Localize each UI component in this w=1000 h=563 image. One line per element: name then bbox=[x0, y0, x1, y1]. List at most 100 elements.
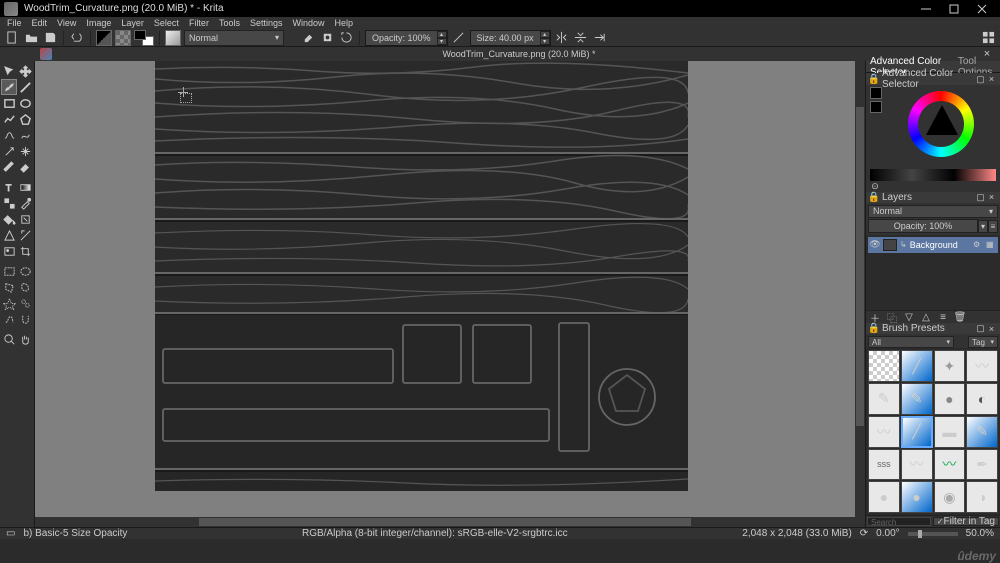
bg-swatch[interactable] bbox=[870, 101, 882, 113]
bezier-select-tool[interactable] bbox=[1, 311, 17, 327]
color-wheel[interactable] bbox=[908, 91, 974, 157]
duplicate-layer-button[interactable]: ⿻ bbox=[885, 311, 899, 323]
menu-view[interactable]: View bbox=[52, 18, 81, 28]
bezier-tool[interactable] bbox=[1, 127, 17, 143]
menu-settings[interactable]: Settings bbox=[245, 18, 288, 28]
vertical-scrollbar[interactable] bbox=[855, 61, 865, 517]
text-tool[interactable]: T bbox=[1, 179, 17, 195]
shade-strip[interactable] bbox=[870, 169, 996, 181]
freehand-path-tool[interactable] bbox=[17, 127, 33, 143]
freehand-brush-tool[interactable] bbox=[1, 79, 17, 95]
panel-float-button[interactable]: ▢ bbox=[975, 192, 986, 203]
layer-filter-button[interactable]: ≡ bbox=[988, 220, 998, 233]
ellipse-select-tool[interactable] bbox=[17, 263, 33, 279]
calligraphy-tool[interactable] bbox=[17, 159, 33, 175]
opacity-down[interactable]: ▾ bbox=[437, 38, 447, 45]
opacity-pressure-toggle[interactable] bbox=[451, 30, 467, 46]
brush-preset[interactable]: ✎ bbox=[868, 383, 900, 415]
gradient-swatch[interactable] bbox=[96, 30, 112, 46]
move-layer-down-button[interactable]: ▽ bbox=[902, 311, 916, 323]
eye-icon[interactable]: 👁 bbox=[870, 240, 880, 250]
brush-preset[interactable]: ✎ bbox=[966, 416, 998, 448]
menu-select[interactable]: Select bbox=[149, 18, 184, 28]
eraser-toggle[interactable] bbox=[300, 30, 316, 46]
brush-preset[interactable]: ◉ bbox=[934, 481, 966, 513]
close-button[interactable] bbox=[968, 0, 996, 17]
opacity-up[interactable]: ▴ bbox=[437, 31, 447, 38]
layer-opacity-slider[interactable]: Opacity: 100% bbox=[868, 219, 978, 233]
brush-preset[interactable]: 〰 bbox=[868, 416, 900, 448]
brush-filter-all[interactable]: All bbox=[868, 336, 954, 348]
magnetic-select-tool[interactable] bbox=[17, 311, 33, 327]
gradient-edit-tool[interactable] bbox=[17, 179, 33, 195]
status-zoom[interactable]: 50.0% bbox=[966, 528, 994, 539]
brush-preset[interactable]: ╱ bbox=[901, 350, 933, 382]
brush-preset[interactable] bbox=[868, 350, 900, 382]
wrap-around-button[interactable] bbox=[592, 30, 608, 46]
brush-preset[interactable]: ● bbox=[901, 481, 933, 513]
brush-preset[interactable]: ✎ bbox=[901, 383, 933, 415]
polygon-tool[interactable] bbox=[17, 111, 33, 127]
brush-preset[interactable]: ◐ bbox=[966, 383, 998, 415]
layer-opacity-dropdown[interactable]: ▾ bbox=[978, 220, 988, 233]
delete-layer-button[interactable]: 🗑 bbox=[953, 311, 967, 323]
size-up[interactable]: ▴ bbox=[540, 31, 550, 38]
brush-preset[interactable]: ✒ bbox=[966, 449, 998, 481]
preserve-alpha-toggle[interactable] bbox=[319, 30, 335, 46]
panel-close-button[interactable]: × bbox=[986, 192, 997, 203]
menu-image[interactable]: Image bbox=[81, 18, 116, 28]
brush-preset[interactable]: ● bbox=[868, 481, 900, 513]
canvas[interactable] bbox=[155, 61, 688, 491]
document-tab-title[interactable]: WoodTrim_Curvature.png (20.0 MiB) * bbox=[58, 49, 980, 59]
maximize-button[interactable] bbox=[940, 0, 968, 17]
menu-help[interactable]: Help bbox=[330, 18, 359, 28]
fg-swatch[interactable] bbox=[870, 87, 882, 99]
transform-tool[interactable] bbox=[1, 63, 17, 79]
menu-layer[interactable]: Layer bbox=[116, 18, 149, 28]
brush-preset[interactable]: ● bbox=[934, 383, 966, 415]
brush-search-input[interactable]: Search bbox=[867, 517, 931, 526]
status-rotation[interactable]: 0.00° bbox=[876, 528, 899, 539]
multibrush-tool[interactable] bbox=[17, 143, 33, 159]
brush-preset[interactable]: ▬ bbox=[934, 416, 966, 448]
mirror-vertical-button[interactable] bbox=[573, 30, 589, 46]
new-file-button[interactable] bbox=[4, 30, 20, 46]
fill-tool[interactable] bbox=[1, 211, 17, 227]
panel-close-button[interactable]: × bbox=[986, 74, 997, 85]
brush-preview[interactable] bbox=[165, 30, 181, 46]
save-file-button[interactable] bbox=[42, 30, 58, 46]
layer-name[interactable]: Background bbox=[910, 240, 970, 250]
pattern-edit-tool[interactable] bbox=[1, 195, 17, 211]
freehand-select-tool[interactable] bbox=[17, 279, 33, 295]
move-layer-up-button[interactable]: △ bbox=[919, 311, 933, 323]
reload-brush-button[interactable] bbox=[338, 30, 354, 46]
workspace-button[interactable] bbox=[980, 30, 996, 46]
brush-preset[interactable]: 〰 bbox=[934, 449, 966, 481]
move-tool[interactable] bbox=[17, 63, 33, 79]
brush-preset[interactable]: ✦ bbox=[934, 350, 966, 382]
horizontal-scrollbar[interactable] bbox=[35, 517, 855, 527]
assistant-tool[interactable] bbox=[1, 227, 17, 243]
zoom-slider[interactable] bbox=[908, 532, 958, 536]
filter-in-tag[interactable]: ✓ Filter in Tag bbox=[933, 517, 999, 526]
size-control[interactable]: Size: 40.00 px ▴▾ bbox=[470, 30, 551, 46]
open-file-button[interactable] bbox=[23, 30, 39, 46]
brush-preset[interactable]: 〰 bbox=[966, 350, 998, 382]
polygon-select-tool[interactable] bbox=[1, 279, 17, 295]
dynamic-brush-tool[interactable] bbox=[1, 143, 17, 159]
brush-preset[interactable]: ◑ bbox=[966, 481, 998, 513]
pan-tool[interactable] bbox=[17, 331, 33, 347]
layer-row[interactable]: 👁 ↳ Background ⚙ ▦ bbox=[868, 237, 998, 253]
line-tool[interactable] bbox=[17, 79, 33, 95]
size-down[interactable]: ▾ bbox=[540, 38, 550, 45]
pattern-swatch[interactable] bbox=[115, 30, 131, 46]
minimize-button[interactable] bbox=[912, 0, 940, 17]
panel-close-button[interactable]: × bbox=[986, 323, 997, 334]
layer-blend-mode[interactable]: Normal bbox=[868, 205, 998, 218]
color-sampler-tool[interactable] bbox=[17, 195, 33, 211]
brush-filter-tag[interactable]: Tag bbox=[968, 336, 998, 348]
mirror-horizontal-button[interactable] bbox=[554, 30, 570, 46]
reference-image-tool[interactable] bbox=[1, 243, 17, 259]
rectangle-tool[interactable] bbox=[1, 95, 17, 111]
undo-button[interactable] bbox=[69, 30, 85, 46]
